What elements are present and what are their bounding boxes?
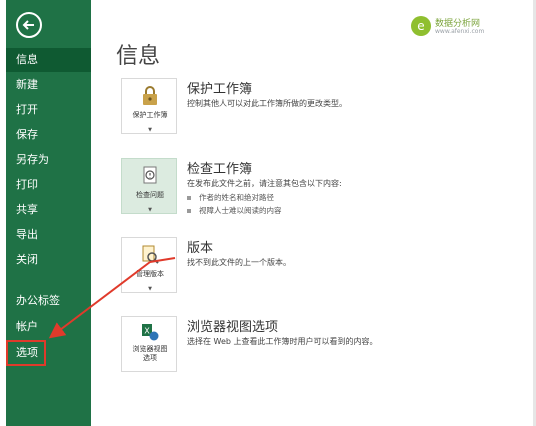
- svg-text:X: X: [144, 327, 150, 336]
- protect-workbook-title: 保护工作簿: [187, 82, 253, 97]
- page-title: 信息: [116, 44, 161, 69]
- browser-view-options-desc: 选择在 Web 上查看此工作簿时用户可以看到的内容。: [187, 337, 378, 346]
- backstage-main: 信息 e 数据分析网 www.afenxi.com 保护工作簿 ▼ 保护工作簿 …: [91, 0, 536, 426]
- sidebar-item-print[interactable]: 打印: [6, 173, 91, 197]
- check-issues-button-label: 检查问题: [136, 191, 164, 199]
- brand-logo: e: [411, 16, 431, 36]
- document-check-icon: [143, 166, 157, 184]
- protect-workbook-button-label: 保护工作簿: [132, 111, 168, 119]
- brand-url: www.afenxi.com: [435, 28, 485, 35]
- sidebar-item-account[interactable]: 帐户: [6, 315, 91, 339]
- brand-watermark: e 数据分析网 www.afenxi.com: [411, 14, 521, 40]
- check-issues-button[interactable]: 检查问题 ▼: [121, 158, 177, 214]
- sidebar-item-office-tab[interactable]: 办公标签: [6, 289, 91, 313]
- versions-desc: 找不到此文件的上一个版本。: [187, 258, 291, 267]
- browser-view-options-button[interactable]: X 浏览器视图 选项: [121, 316, 177, 372]
- sidebar-item-open[interactable]: 打开: [6, 98, 91, 122]
- inspect-bullet-1: 作者的姓名和绝对路径: [187, 192, 274, 203]
- browser-view-options-button-label: 浏览器视图 选项: [132, 345, 168, 362]
- versions-title: 版本: [187, 241, 214, 256]
- sidebar-item-share[interactable]: 共享: [6, 198, 91, 222]
- inspect-workbook-desc: 在发布此文件之前，请注意其包含以下内容:: [187, 179, 342, 188]
- lock-icon: [143, 86, 157, 105]
- manage-versions-button-label: 管理版本: [136, 270, 164, 278]
- manage-versions-button[interactable]: 管理版本 ▼: [121, 237, 177, 293]
- protect-workbook-button[interactable]: 保护工作簿 ▼: [121, 78, 177, 134]
- document-magnifier-icon: [142, 245, 159, 264]
- sidebar-item-info[interactable]: 信息: [6, 48, 91, 72]
- sidebar-item-save[interactable]: 保存: [6, 123, 91, 147]
- chevron-down-icon: ▼: [148, 286, 152, 292]
- browser-view-options-title: 浏览器视图选项: [187, 320, 279, 335]
- sidebar-item-export[interactable]: 导出: [6, 223, 91, 247]
- sidebar-item-close[interactable]: 关闭: [6, 248, 91, 272]
- excel-backstage: 信息 新建 打开 保存 另存为 打印 共享 导出 关闭 办公标签 帐户 选项 信…: [0, 0, 536, 426]
- inspect-workbook-title: 检查工作簿: [187, 162, 253, 177]
- sidebar-item-save-as[interactable]: 另存为: [6, 148, 91, 172]
- chevron-down-icon: ▼: [148, 207, 152, 213]
- chevron-down-icon: ▼: [148, 127, 152, 133]
- protect-workbook-desc: 控制其他人可以对此工作簿所做的更改类型。: [187, 99, 347, 108]
- back-arrow-icon: [22, 20, 34, 30]
- back-button[interactable]: [16, 12, 42, 38]
- options-highlight-box: [6, 340, 46, 366]
- sidebar-item-new[interactable]: 新建: [6, 73, 91, 97]
- inspect-bullet-2: 视障人士难以阅读的内容: [187, 205, 282, 216]
- excel-web-icon: X: [142, 324, 159, 341]
